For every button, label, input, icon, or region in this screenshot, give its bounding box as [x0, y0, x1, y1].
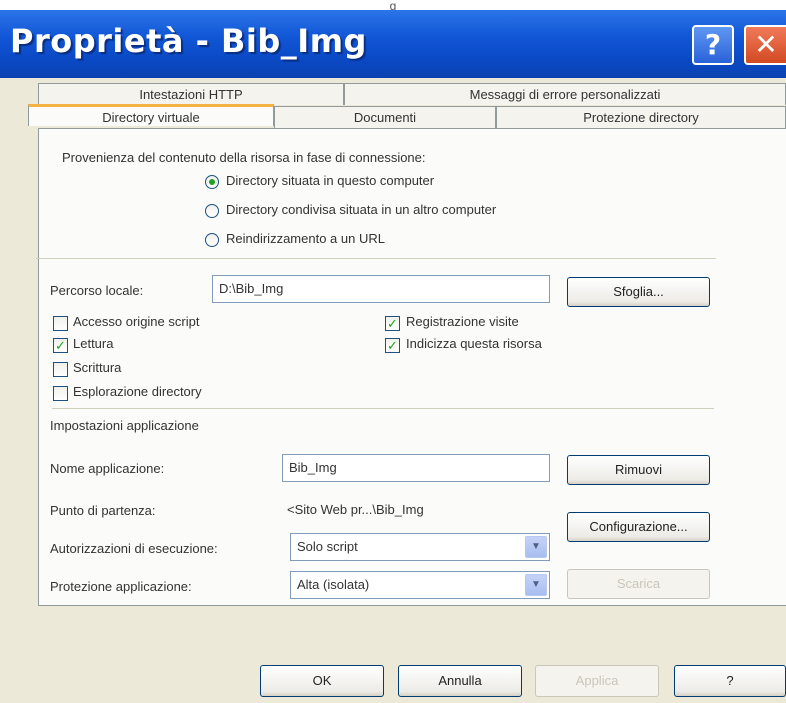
- checkbox-index-resource-label[interactable]: Indicizza questa risorsa: [406, 336, 542, 351]
- apply-button[interactable]: Applica: [535, 665, 659, 697]
- checkbox-index-resource[interactable]: ✓: [385, 338, 400, 353]
- radio-local-directory-label[interactable]: Directory situata in questo computer: [226, 173, 434, 188]
- exec-permissions-select[interactable]: Solo script ▼: [290, 533, 550, 561]
- checkbox-script-source-label[interactable]: Accesso origine script: [73, 314, 199, 329]
- radio-local-directory[interactable]: [205, 175, 219, 189]
- tab-directory-security[interactable]: Protezione directory: [496, 106, 786, 128]
- title-bar[interactable]: Proprietà - Bib_Img ? ✕: [0, 10, 786, 78]
- app-name-label: Nome applicazione:: [50, 461, 165, 476]
- window-title: Proprietà - Bib_Img: [10, 22, 367, 60]
- remove-button[interactable]: Rimuovi: [567, 455, 710, 485]
- tab-virtual-directory[interactable]: Directory virtuale: [28, 104, 274, 126]
- app-settings-label: Impostazioni applicazione: [50, 418, 199, 433]
- app-protection-value: Alta (isolata): [297, 577, 370, 592]
- tab-documents[interactable]: Documenti: [274, 106, 496, 128]
- group-divider: [36, 258, 716, 259]
- local-path-label: Percorso locale:: [50, 283, 144, 298]
- checkbox-write-label[interactable]: Scrittura: [73, 360, 121, 375]
- app-protection-select[interactable]: Alta (isolata) ▼: [290, 571, 550, 599]
- checkbox-read[interactable]: ✓: [53, 338, 68, 353]
- help-title-button[interactable]: ?: [692, 25, 734, 65]
- app-name-input[interactable]: Bib_Img: [282, 454, 550, 482]
- browse-button[interactable]: Sfoglia...: [567, 277, 710, 307]
- start-point-value: <Sito Web pr...\Bib_Img: [287, 502, 424, 517]
- source-label: Provenienza del contenuto della risorsa …: [62, 150, 426, 165]
- checkbox-log-visits[interactable]: ✓: [385, 316, 400, 331]
- unload-button[interactable]: Scarica: [567, 569, 710, 599]
- app-settings-divider: [52, 408, 714, 409]
- radio-shared-directory-label[interactable]: Directory condivisa situata in un altro …: [226, 202, 496, 217]
- checkbox-read-label[interactable]: Lettura: [73, 336, 113, 351]
- radio-url-redirect[interactable]: [205, 233, 219, 247]
- exec-permissions-value: Solo script: [297, 539, 358, 554]
- tab-custom-errors[interactable]: Messaggi di errore personalizzati: [344, 83, 786, 105]
- exec-permissions-label: Autorizzazioni di esecuzione:: [50, 541, 218, 556]
- checkbox-log-visits-label[interactable]: Registrazione visite: [406, 314, 519, 329]
- start-point-label: Punto di partenza:: [50, 503, 156, 518]
- checkbox-directory-browsing[interactable]: [53, 386, 68, 401]
- chevron-down-icon[interactable]: ▼: [525, 574, 547, 596]
- radio-shared-directory[interactable]: [205, 204, 219, 218]
- configuration-button[interactable]: Configurazione...: [567, 512, 710, 542]
- radio-url-redirect-label[interactable]: Reindirizzamento a un URL: [226, 231, 385, 246]
- checkbox-directory-browsing-label[interactable]: Esplorazione directory: [73, 384, 202, 399]
- tab-http-headers[interactable]: Intestazioni HTTP: [38, 83, 344, 105]
- app-protection-label: Protezione applicazione:: [50, 579, 192, 594]
- ok-button[interactable]: OK: [260, 665, 384, 697]
- close-icon[interactable]: ✕: [744, 25, 786, 65]
- help-button[interactable]: ?: [674, 665, 786, 697]
- checkbox-write[interactable]: [53, 362, 68, 377]
- cancel-button[interactable]: Annulla: [398, 665, 522, 697]
- local-path-input[interactable]: D:\Bib_Img: [212, 275, 550, 303]
- checkbox-script-source[interactable]: [53, 316, 68, 331]
- chevron-down-icon[interactable]: ▼: [525, 536, 547, 558]
